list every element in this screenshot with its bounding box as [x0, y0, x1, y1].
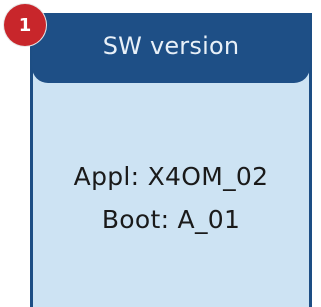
appl-version-text: Appl: X4OM_02: [73, 162, 269, 191]
step-number-badge: 1: [4, 4, 46, 46]
boot-version-text: Boot: A_01: [101, 205, 241, 234]
panel-title: SW version: [102, 32, 240, 60]
panel-header: SW version: [32, 13, 310, 83]
